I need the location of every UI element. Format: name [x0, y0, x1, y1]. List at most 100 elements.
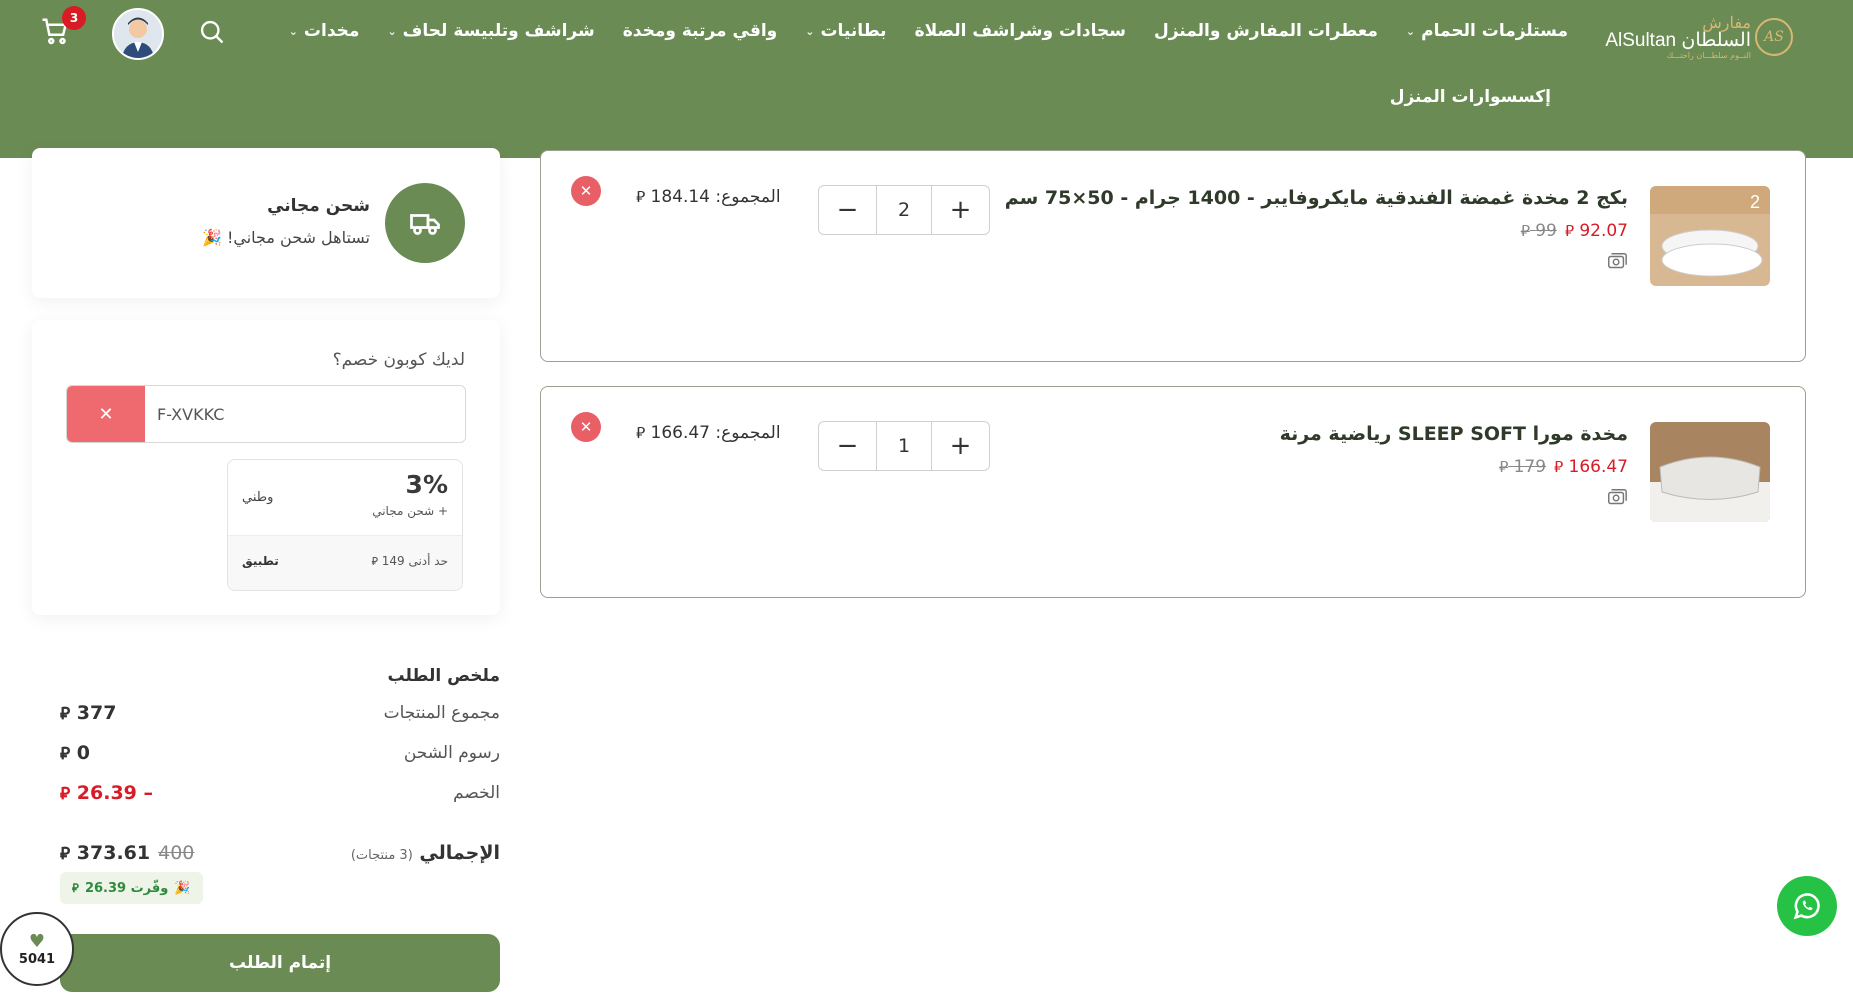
- truck-icon: [385, 183, 465, 263]
- riyal-icon: ⃁: [371, 555, 378, 568]
- shipping-subtitle: تستاهل شحن مجاني! 🎉: [201, 228, 370, 247]
- chevron-down-icon: ⌄: [1405, 24, 1416, 38]
- summary-label: الخصم: [453, 783, 500, 803]
- quantity-value[interactable]: 2: [876, 186, 932, 234]
- logo-top-text: مفارش: [1702, 12, 1751, 32]
- riyal-icon: ⃁: [60, 704, 71, 724]
- heart-icon: ♥: [28, 931, 46, 952]
- summary-total-row: 400 373.61 ⃁ الإجمالي (3 منتجات): [60, 838, 500, 868]
- summary-value: 377 ⃁: [60, 702, 117, 724]
- price-new: 166.47 ⃁: [1554, 457, 1628, 477]
- quantity-stepper: − 2 +: [818, 185, 990, 235]
- price-new: 92.07 ⃁: [1564, 221, 1628, 241]
- whatsapp-icon: [1793, 893, 1820, 920]
- coupon-field: ✕: [66, 385, 466, 443]
- remove-item-button[interactable]: ✕: [571, 176, 601, 206]
- free-shipping-card: شحن مجاني تستاهل شحن مجاني! 🎉: [32, 148, 500, 298]
- item-total: المجموع: 166.47 ⃁: [636, 423, 781, 443]
- product-price: 92.07 ⃁ 99 ⃁: [1521, 221, 1628, 241]
- offer-extra: + شحن مجاني: [372, 504, 448, 518]
- remove-coupon-button[interactable]: ✕: [67, 386, 145, 442]
- summary-row: 377 ⃁ مجموع المنتجات: [60, 698, 500, 728]
- riyal-icon: ⃁: [1499, 458, 1509, 476]
- nav-item-blankets[interactable]: بطانيات ⌄: [805, 16, 886, 46]
- total-old: 400: [158, 842, 195, 864]
- summary-label: مجموع المنتجات: [383, 703, 500, 723]
- close-icon: ✕: [579, 418, 593, 436]
- apply-offer-button[interactable]: تطبيق: [242, 554, 279, 568]
- product-title[interactable]: مخدة مورا SLEEP SOFT رياضية مرنة: [1280, 423, 1628, 445]
- checkout-button[interactable]: إتمام الطلب: [60, 934, 500, 992]
- summary-discount: – 26.39 ⃁: [60, 782, 154, 804]
- riyal-icon: ⃁: [1554, 458, 1564, 476]
- item-total: المجموع: 184.14 ⃁: [636, 187, 781, 207]
- cart-item: مخدة مورا SLEEP SOFT رياضية مرنة 166.47 …: [540, 386, 1806, 598]
- product-image-badge: 2: [1750, 192, 1760, 212]
- product-image[interactable]: 2: [1650, 186, 1770, 286]
- quantity-stepper: − 1 +: [818, 421, 990, 471]
- riyal-icon: ⃁: [60, 744, 71, 764]
- cash-icon: [1606, 251, 1628, 273]
- site-header: AS مفارش AlSultan السلطان النــوم سلطـــ…: [0, 0, 1853, 158]
- close-icon: ✕: [98, 403, 114, 425]
- nav-item-pillows[interactable]: مخدات ⌄: [289, 16, 360, 46]
- riyal-icon: ⃁: [60, 844, 71, 864]
- nav-item-sheets[interactable]: شراشف وتلبيسة لحاف ⌄: [387, 16, 594, 46]
- product-title[interactable]: بكج 2 مخدة غمضة الفندقية مايكروفايبر - 1…: [1005, 187, 1628, 209]
- total-value: 400 373.61 ⃁: [60, 842, 194, 864]
- nav-item-fresheners[interactable]: معطرات المفارش والمنزل: [1154, 16, 1378, 46]
- logo-seal: AS: [1755, 18, 1793, 56]
- decrement-button[interactable]: −: [819, 422, 876, 470]
- decrement-button[interactable]: −: [819, 186, 876, 234]
- offer-name: وطني: [242, 490, 274, 505]
- avatar[interactable]: [112, 8, 164, 60]
- coupon-card: لديك كوبون خصم؟ ✕ 3% + شحن مجاني وطني حد…: [32, 320, 500, 615]
- quantity-value[interactable]: 1: [876, 422, 932, 470]
- chevron-down-icon: ⌄: [805, 24, 815, 38]
- search-icon: [200, 20, 224, 44]
- wishlist-float[interactable]: ♥ 5041: [0, 912, 74, 986]
- riyal-icon: ⃁: [636, 424, 646, 442]
- price-old: 99 ⃁: [1520, 221, 1557, 241]
- product-image[interactable]: [1650, 422, 1770, 522]
- saved-badge: 🎉 وفّرت 26.39 ⃁: [60, 872, 203, 904]
- summary-value: 0 ⃁: [60, 742, 91, 764]
- increment-button[interactable]: +: [932, 186, 989, 234]
- cart-count-badge: 3: [62, 6, 86, 30]
- party-icon: 🎉: [174, 880, 191, 896]
- riyal-icon: ⃁: [72, 880, 79, 895]
- wishlist-count: 5041: [18, 952, 56, 967]
- chevron-down-icon: ⌄: [387, 24, 397, 38]
- site-logo[interactable]: AS مفارش AlSultan السلطان النــوم سلطـــ…: [1603, 8, 1793, 66]
- whatsapp-button[interactable]: [1777, 876, 1837, 936]
- coupon-input[interactable]: [145, 386, 465, 442]
- logo-sub-text: النــوم سلطـــان راحتـــك: [1666, 50, 1751, 60]
- remove-item-button[interactable]: ✕: [571, 412, 601, 442]
- nav-item-home-accessories[interactable]: إكسسوارات المنزل: [1390, 82, 1551, 112]
- main-nav: مخدات ⌄ شراشف وتلبيسة لحاف ⌄ واقي مرتبة وم…: [289, 16, 1568, 46]
- total-label: الإجمالي (3 منتجات): [350, 842, 500, 864]
- summary-label: رسوم الشحن: [403, 743, 500, 763]
- riyal-icon: ⃁: [60, 784, 71, 804]
- increment-button[interactable]: +: [932, 422, 989, 470]
- price-old: 179 ⃁: [1499, 457, 1547, 477]
- logo-main-text: AlSultan السلطان: [1605, 29, 1751, 51]
- coupon-label: لديك كوبون خصم؟: [332, 350, 465, 370]
- shipping-title: شحن مجاني: [267, 196, 370, 216]
- nav-item-protectors[interactable]: واقي مرتبة ومخدة: [623, 16, 778, 46]
- cash-icon: [1606, 487, 1628, 509]
- search-button[interactable]: [198, 18, 226, 46]
- cart-item: 2 بكج 2 مخدة غمضة الفندقية مايكروفايبر -…: [540, 150, 1806, 362]
- coupon-offer: 3% + شحن مجاني وطني حد أدنى 149 ⃁ تطبيق: [227, 459, 463, 591]
- offer-min: حد أدنى 149 ⃁: [371, 554, 448, 568]
- riyal-icon: ⃁: [636, 188, 646, 206]
- close-icon: ✕: [579, 182, 593, 200]
- riyal-icon: ⃁: [1520, 222, 1530, 240]
- avatar-icon: [114, 10, 162, 58]
- summary-row: 0 ⃁ رسوم الشحن: [60, 738, 500, 768]
- total-new: 373.61 ⃁: [60, 842, 151, 864]
- summary-title: ملخص الطلب: [387, 666, 500, 686]
- nav-item-prayer-rugs[interactable]: سجادات وشراشف الصلاة: [915, 16, 1126, 46]
- riyal-icon: ⃁: [1564, 222, 1574, 240]
- nav-item-bath[interactable]: مستلزمات الحمام ⌄: [1406, 16, 1568, 46]
